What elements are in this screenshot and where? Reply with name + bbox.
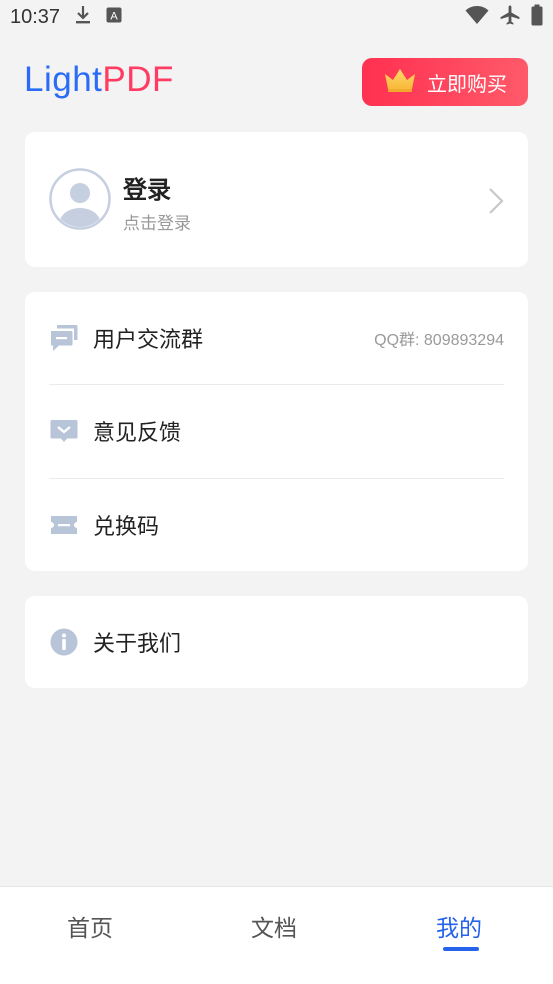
status-time: 10:37 [10,5,61,28]
chevron-right-icon [488,187,504,215]
info-icon [49,627,79,657]
lightpdf-logo: LightPDF [24,60,174,100]
ticket-icon [49,510,79,540]
status-bar: 10:37 A [0,0,553,34]
active-tab-indicator [443,947,479,951]
svg-text:A: A [110,11,118,23]
login-card[interactable]: 登录 点击登录 [25,132,528,267]
menu-item-label: 用户交流群 [93,328,204,353]
logo-pdf-text: PDF [102,60,174,99]
logo-light-text: Light [24,60,103,99]
about-card: 关于我们 [25,596,528,688]
menu-card: 用户交流群 QQ群: 809893294 意见反馈 兑换码 [25,292,528,571]
bottom-tab-bar: 首页 文档 我的 [0,886,553,984]
avatar-placeholder-icon [49,168,111,230]
tab-documents[interactable]: 文档 [251,909,297,943]
buy-now-label: 立即购买 [427,71,507,96]
airplane-icon [499,4,521,31]
app-header: LightPDF 立即购买 [0,52,553,112]
feedback-icon [49,416,79,446]
battery-icon [531,4,543,31]
menu-item-user-group[interactable]: 用户交流群 QQ群: 809893294 [25,292,528,384]
chat-group-icon [49,323,79,353]
tab-mine[interactable]: 我的 [436,909,482,943]
keyboard-icon: A [106,6,122,28]
menu-item-feedback[interactable]: 意见反馈 [25,385,528,477]
wifi-icon [465,5,489,30]
tab-home[interactable]: 首页 [67,909,113,943]
buy-now-button[interactable]: 立即购买 [362,58,528,106]
login-title: 登录 [123,176,171,204]
menu-item-label: 关于我们 [93,632,182,657]
menu-item-redeem-code[interactable]: 兑换码 [25,479,528,571]
crown-icon [383,67,417,98]
login-subtitle: 点击登录 [123,214,191,234]
download-icon [74,5,92,30]
qq-group-number: QQ群: 809893294 [374,332,504,349]
menu-item-about-us[interactable]: 关于我们 [25,596,528,688]
menu-item-label: 兑换码 [93,515,160,540]
menu-item-label: 意见反馈 [93,421,182,446]
